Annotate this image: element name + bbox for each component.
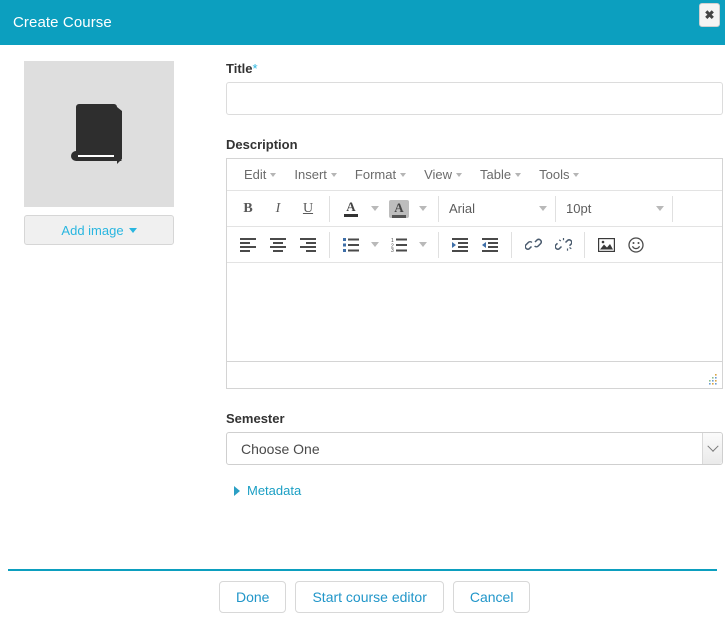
chevron-down-icon: [515, 172, 522, 177]
align-center-button[interactable]: [263, 232, 293, 258]
insert-link-button[interactable]: [518, 232, 548, 258]
menu-tools-label: Tools: [539, 167, 570, 182]
menu-format-label: Format: [354, 167, 397, 182]
align-left-button[interactable]: [233, 232, 263, 258]
metadata-label: Metadata: [247, 483, 302, 498]
description-rich-text-editor: Edit Insert Format View Table Tools B I …: [226, 158, 723, 389]
semester-select-arrow[interactable]: [702, 433, 722, 464]
chevron-down-icon: [270, 172, 277, 177]
triangle-right-icon: [234, 485, 240, 496]
align-right-icon: [300, 237, 316, 252]
numbered-list-button[interactable]: 1 2 3: [384, 232, 414, 258]
background-color-icon: A: [389, 199, 409, 218]
menu-tools[interactable]: Tools: [530, 164, 588, 185]
start-course-editor-button[interactable]: Start course editor: [295, 581, 444, 613]
chevron-down-icon: [573, 172, 580, 177]
bullet-list-icon: [343, 237, 359, 252]
background-color-button[interactable]: A: [384, 196, 414, 222]
course-image-panel: Add image: [24, 61, 174, 569]
image-icon: [597, 237, 615, 252]
align-left-icon: [240, 237, 256, 252]
insert-image-button[interactable]: [591, 232, 621, 258]
course-image-placeholder: [24, 61, 174, 207]
chevron-down-icon: [539, 206, 547, 211]
title-label: Title*: [226, 61, 258, 76]
editor-menubar: Edit Insert Format View Table Tools: [227, 159, 722, 191]
bullet-list-dropdown[interactable]: [366, 232, 384, 258]
add-image-button[interactable]: Add image: [24, 215, 174, 245]
outdent-button[interactable]: [475, 232, 505, 258]
emoticon-icon: [628, 236, 644, 253]
create-course-dialog: Create Course ✖ Add image Title* Descrip…: [0, 0, 725, 623]
semester-label: Semester: [226, 411, 285, 426]
required-asterisk: *: [252, 61, 258, 76]
done-button[interactable]: Done: [219, 581, 287, 613]
text-color-dropdown[interactable]: [366, 196, 384, 222]
font-family-value: Arial: [449, 201, 476, 216]
dialog-footer: Done Start course editor Cancel: [0, 571, 725, 623]
underline-button[interactable]: U: [293, 196, 323, 222]
menu-insert[interactable]: Insert: [285, 164, 346, 185]
metadata-disclosure[interactable]: Metadata: [226, 483, 723, 498]
emoticons-button[interactable]: [621, 232, 651, 258]
svg-text:3: 3: [391, 248, 394, 252]
numbered-list-icon: 1 2 3: [391, 238, 407, 252]
chevron-down-icon: [128, 227, 137, 233]
text-color-icon: A: [344, 200, 358, 217]
title-input[interactable]: [226, 82, 723, 115]
editor-toolbar-row-2: 1 2 3: [227, 227, 722, 263]
bold-button[interactable]: B: [233, 196, 263, 222]
chevron-down-icon: [330, 172, 337, 177]
chevron-down-icon: [656, 206, 664, 211]
unlink-icon: [554, 238, 572, 251]
outdent-icon: [482, 237, 498, 252]
menu-view[interactable]: View: [415, 164, 471, 185]
numbered-list-dropdown[interactable]: [414, 232, 432, 258]
book-icon: [71, 104, 122, 164]
align-right-button[interactable]: [293, 232, 323, 258]
editor-statusbar: [227, 362, 722, 388]
close-icon[interactable]: ✖: [699, 3, 720, 27]
menu-edit-label: Edit: [244, 167, 267, 182]
menu-format[interactable]: Format: [346, 164, 415, 185]
course-form: Title* Description Edit Insert Format Vi…: [174, 61, 723, 569]
bullet-list-button[interactable]: [336, 232, 366, 258]
remove-link-button[interactable]: [548, 232, 578, 258]
align-center-icon: [270, 237, 286, 252]
dialog-header: Create Course ✖: [0, 0, 725, 45]
description-label: Description: [226, 137, 298, 152]
link-icon: [524, 238, 542, 250]
editor-toolbar-row-1: B I U A A Arial 10pt: [227, 191, 722, 227]
add-image-label: Add image: [61, 222, 124, 238]
dialog-body: Add image Title* Description Edit Insert…: [0, 45, 725, 569]
indent-icon: [452, 237, 468, 252]
text-color-button[interactable]: A: [336, 196, 366, 222]
italic-button[interactable]: I: [263, 196, 293, 222]
menu-view-label: View: [424, 167, 453, 182]
cancel-button[interactable]: Cancel: [452, 581, 531, 613]
font-size-value: 10pt: [566, 201, 592, 216]
menu-table-label: Table: [480, 167, 512, 182]
editor-content-area[interactable]: [227, 263, 722, 362]
background-color-dropdown[interactable]: [414, 196, 432, 222]
resize-grip-icon[interactable]: [707, 373, 719, 385]
font-family-select[interactable]: Arial: [441, 196, 553, 222]
chevron-down-icon: [456, 172, 463, 177]
menu-table[interactable]: Table: [471, 164, 530, 185]
semester-select-value[interactable]: Choose One: [226, 432, 723, 465]
chevron-down-icon: [400, 172, 407, 177]
menu-insert-label: Insert: [294, 167, 327, 182]
dialog-title: Create Course: [13, 14, 112, 31]
font-size-select[interactable]: 10pt: [558, 196, 670, 222]
semester-select[interactable]: Choose One: [226, 432, 723, 465]
menu-edit[interactable]: Edit: [235, 164, 285, 185]
chevron-down-icon: [706, 440, 719, 452]
indent-button[interactable]: [445, 232, 475, 258]
